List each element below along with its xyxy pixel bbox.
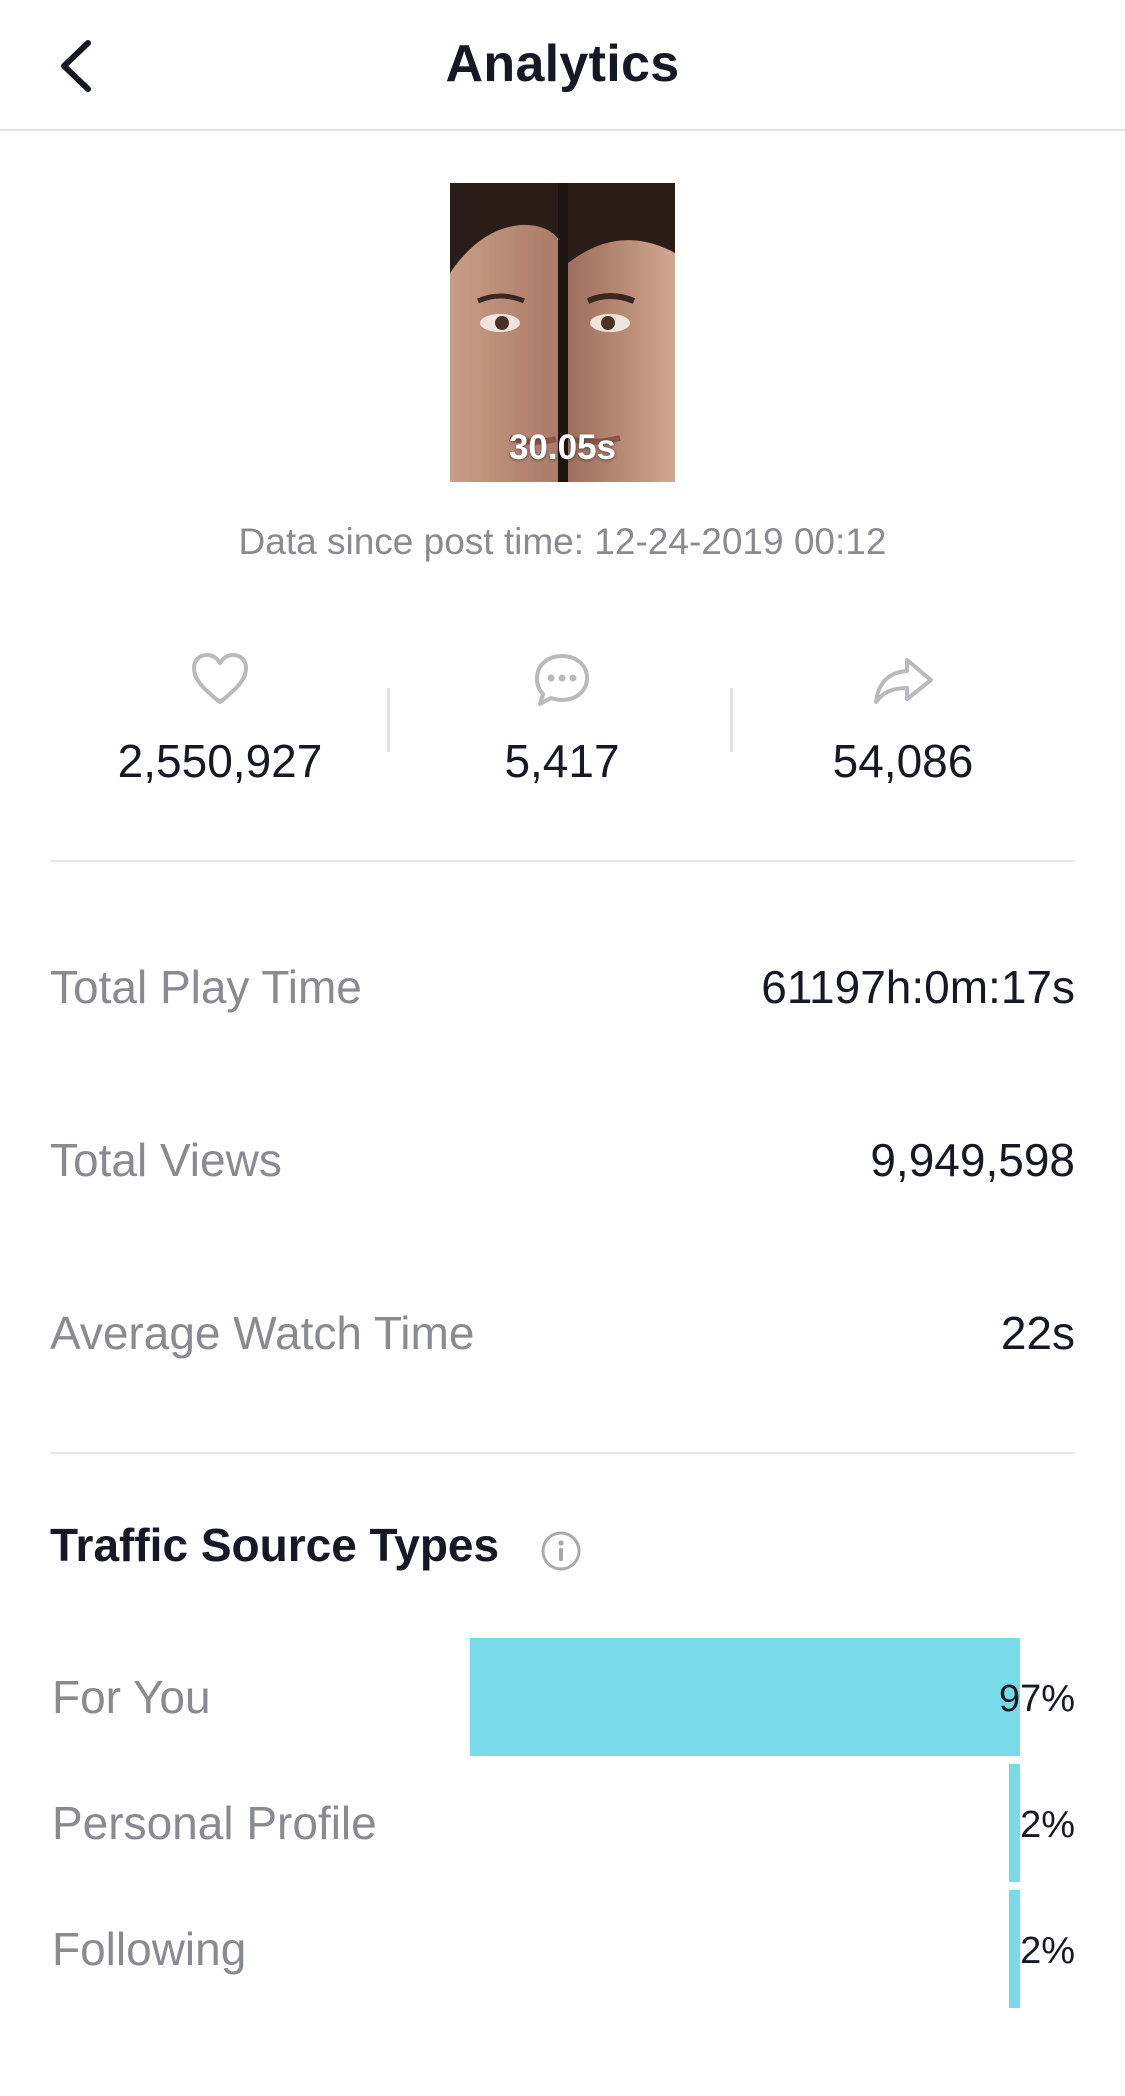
traffic-bar xyxy=(1009,1764,1020,1882)
video-duration: 30.05s xyxy=(508,428,617,467)
header: Analytics xyxy=(0,0,1125,131)
share-icon xyxy=(874,658,933,704)
comments-stat: 5,417 xyxy=(432,648,692,788)
analytics-screen: Analytics 30.05s Data since post time: 1… xyxy=(0,0,1125,2096)
traffic-label: For You xyxy=(52,1671,211,1723)
metric-value: 61197h:0m:17s xyxy=(761,961,1075,1013)
metric-label: Total Play Time xyxy=(50,961,362,1013)
metric-total-views: Total Views 9,949,598 xyxy=(50,1133,1075,1193)
traffic-row-for-you: For You 97% xyxy=(50,1638,1075,1756)
stat-divider xyxy=(730,688,733,752)
traffic-label: Following xyxy=(52,1923,247,1975)
likes-count: 2,550,927 xyxy=(117,735,323,787)
traffic-section-title: Traffic Source Types xyxy=(50,1519,500,1571)
shares-count: 54,086 xyxy=(832,735,974,787)
comment-icon xyxy=(535,654,589,706)
likes-stat: 2,550,927 xyxy=(90,648,350,788)
metric-label: Total Views xyxy=(50,1134,282,1186)
traffic-bar-track xyxy=(422,1890,1020,2008)
traffic-label: Personal Profile xyxy=(52,1797,377,1849)
shares-stat: 54,086 xyxy=(773,648,1033,788)
metric-total-play-time: Total Play Time 61197h:0m:17s xyxy=(50,960,1075,1020)
page-title: Analytics xyxy=(445,35,680,93)
traffic-row-personal-profile: Personal Profile 2% xyxy=(50,1764,1075,1882)
heart-icon xyxy=(192,653,248,704)
metric-label: Average Watch Time xyxy=(50,1307,475,1359)
traffic-percent: 2% xyxy=(1020,1930,1075,1972)
metric-average-watch-time: Average Watch Time 22s xyxy=(50,1306,1075,1366)
divider xyxy=(50,1452,1075,1454)
traffic-bar xyxy=(1009,1890,1020,2008)
metric-value: 9,949,598 xyxy=(870,1134,1075,1186)
traffic-bar-track xyxy=(422,1638,1020,1756)
video-thumbnail[interactable]: 30.05s xyxy=(450,183,675,482)
traffic-bar-track xyxy=(422,1764,1020,1882)
metric-value: 22s xyxy=(1000,1307,1075,1359)
traffic-row-following: Following 2% xyxy=(50,1890,1075,2008)
traffic-bar xyxy=(470,1638,1020,1756)
data-since-text: Data since post time: 12-24-2019 00:12 xyxy=(238,521,887,562)
comments-count: 5,417 xyxy=(504,735,620,787)
divider xyxy=(50,860,1075,862)
info-icon[interactable] xyxy=(540,1530,582,1572)
traffic-percent: 2% xyxy=(1020,1804,1075,1846)
traffic-percent: 97% xyxy=(998,1678,1075,1720)
stat-divider xyxy=(387,688,390,752)
